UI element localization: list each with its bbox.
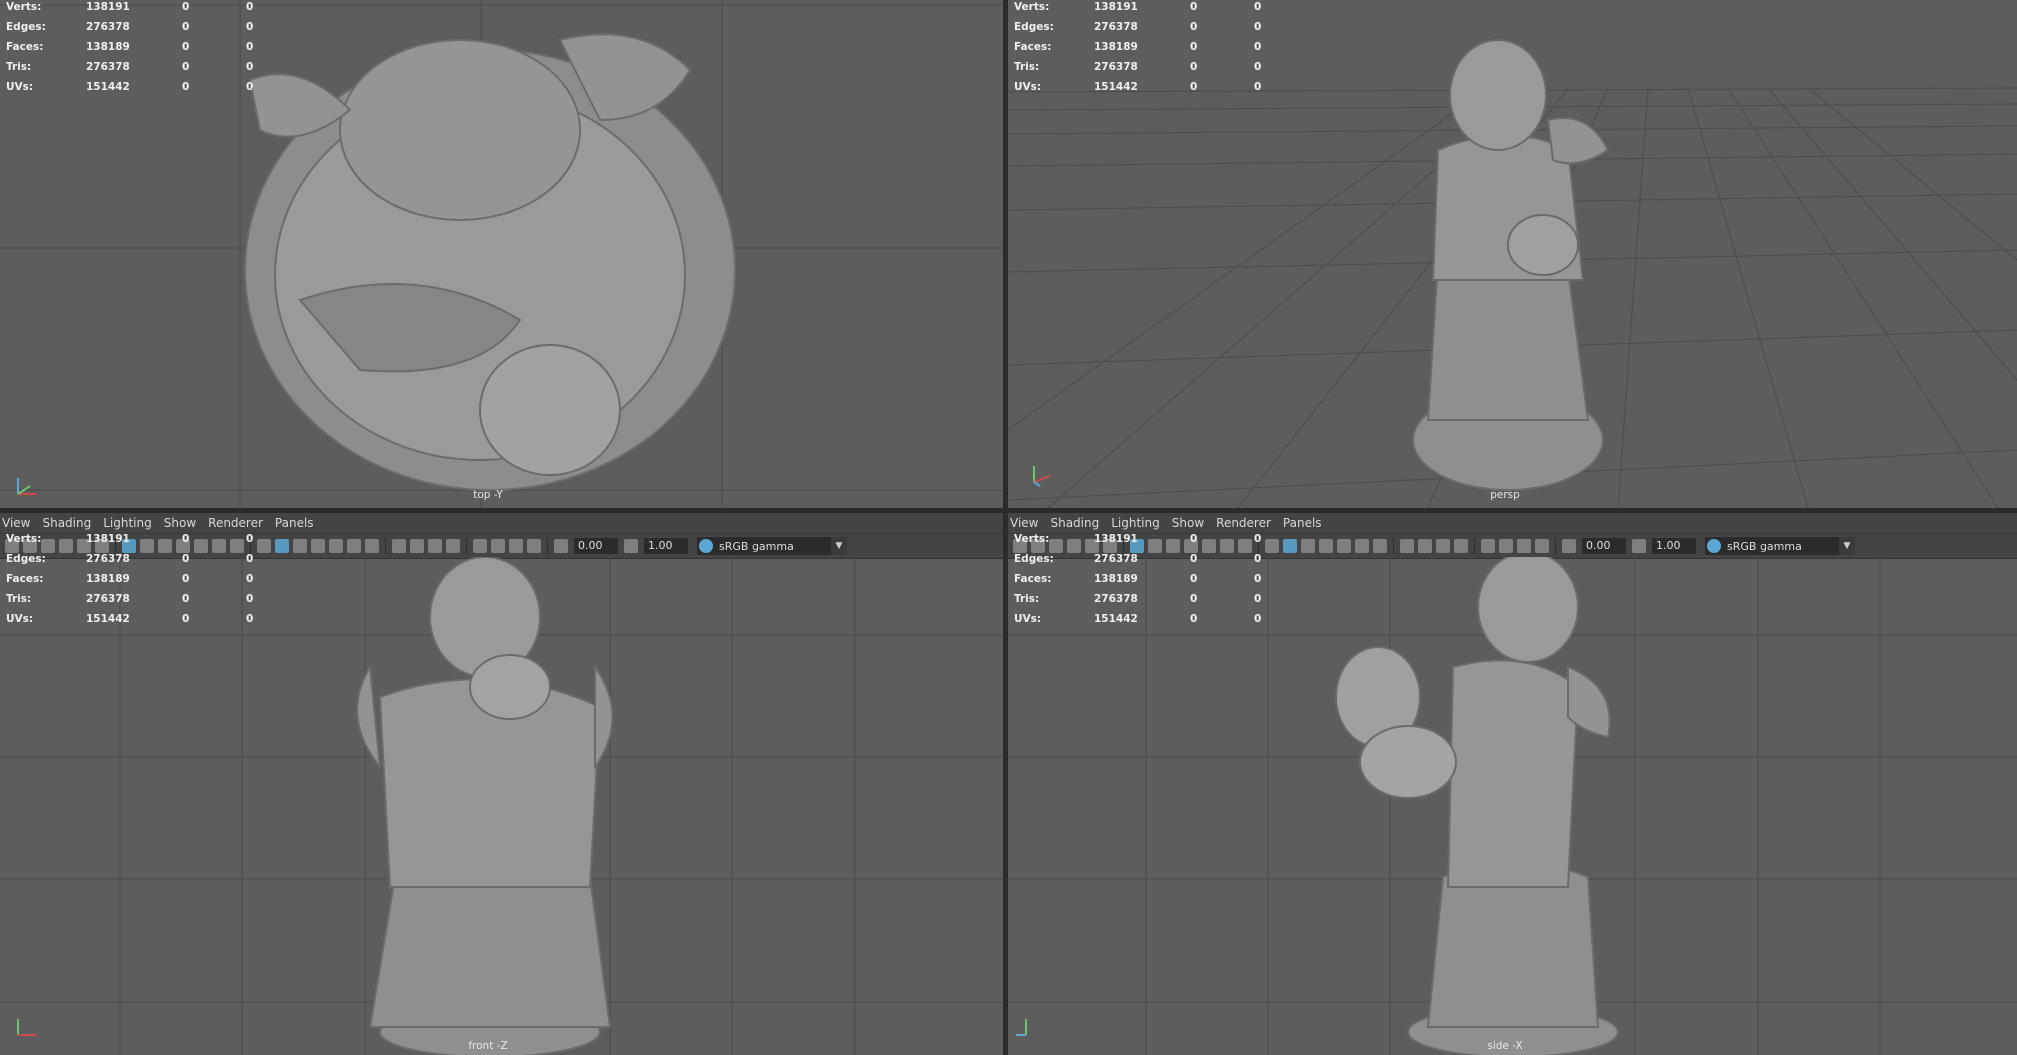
shadows-icon[interactable] [1373, 539, 1387, 553]
separator [1474, 538, 1475, 554]
separator [385, 538, 386, 554]
ambient-occlusion-icon[interactable] [392, 539, 406, 553]
color-space-dropdown[interactable]: sRGB gamma ▼ [697, 537, 847, 555]
poly-stats-persp: Verts: 138191 0 0 Edges: 276378 0 0 Faces: 1381… [1014, 1, 1262, 93]
menu-panels[interactable]: Panels [1281, 516, 1332, 530]
poly-stats-front: Verts: 138191 0 0 Edges: 276378 0 0 Faces: 1381… [6, 533, 254, 625]
chevron-down-icon[interactable]: ▼ [1839, 537, 1855, 555]
menu-show[interactable]: Show [1170, 516, 1214, 530]
anti-aliasing-icon[interactable] [1436, 539, 1450, 553]
statue-top-model [244, 33, 736, 491]
separator [547, 538, 548, 554]
default-material-icon[interactable] [293, 539, 307, 553]
wireframe-on-shaded-icon[interactable] [311, 539, 325, 553]
isolate-select-icon[interactable] [473, 539, 487, 553]
camera-label-side: side -X [1487, 1040, 1523, 1052]
default-material-icon[interactable] [1301, 539, 1315, 553]
backface-icon[interactable] [1535, 539, 1549, 553]
separator [1393, 538, 1394, 554]
xray-joints-icon[interactable] [509, 539, 523, 553]
shadows-icon[interactable] [365, 539, 379, 553]
viewport-top[interactable]: Verts: 138191 0 0 Edges: 276378 0 0 Faces: 1381… [0, 0, 1003, 508]
axis-gizmo-icon [17, 478, 36, 495]
separator [466, 538, 467, 554]
grid-side [1008, 557, 2017, 1055]
motion-blur-icon[interactable] [1418, 539, 1432, 553]
textured-icon[interactable] [1337, 539, 1351, 553]
backface-icon[interactable] [527, 539, 541, 553]
color-management-icon[interactable] [699, 539, 713, 553]
menu-lighting[interactable]: Lighting [101, 516, 162, 530]
xray-joints-icon[interactable] [1517, 539, 1531, 553]
gamma-icon[interactable] [624, 539, 638, 553]
viewport-side[interactable]: View Shading Lighting Show Renderer Pane… [1008, 513, 2017, 1055]
color-space-dropdown[interactable]: sRGB gamma ▼ [1705, 537, 1855, 555]
camera-label-persp: persp [1490, 489, 1520, 501]
xray-icon[interactable] [1499, 539, 1513, 553]
viewport-front[interactable]: View Shading Lighting Show Renderer Pane… [0, 513, 1003, 1055]
color-management-icon[interactable] [1707, 539, 1721, 553]
xray-icon[interactable] [491, 539, 505, 553]
viewport-persp[interactable]: Verts: 138191 0 0 Edges: 276378 0 0 Faces: 1381… [1008, 0, 2017, 508]
camera-label-front: front -Z [468, 1040, 508, 1052]
menu-view[interactable]: View [0, 516, 40, 530]
menu-renderer[interactable]: Renderer [206, 516, 273, 530]
wireframe-on-shaded-icon[interactable] [1319, 539, 1333, 553]
exposure-field[interactable]: 0.00 [574, 538, 618, 554]
depth-of-field-icon[interactable] [446, 539, 460, 553]
textured-icon[interactable] [329, 539, 343, 553]
axis-gizmo-icon [1033, 466, 1051, 487]
lights-icon[interactable] [1355, 539, 1369, 553]
statue-side-model [1335, 557, 1619, 1055]
ambient-occlusion-icon[interactable] [1400, 539, 1414, 553]
axis-gizmo-icon [17, 1019, 36, 1036]
isolate-select-icon[interactable] [1481, 539, 1495, 553]
poly-stats-top: Verts: 138191 0 0 Edges: 276378 0 0 Faces: 1381… [6, 1, 254, 93]
gamma-field[interactable]: 1.00 [1652, 538, 1696, 554]
exposure-field[interactable]: 0.00 [1582, 538, 1626, 554]
menu-view[interactable]: View [1008, 516, 1048, 530]
chevron-down-icon[interactable]: ▼ [831, 537, 847, 555]
poly-stats-side: Verts: 138191 0 0 Edges: 276378 0 0 Faces: 1381… [1014, 533, 1262, 625]
color-space-label: sRGB gamma [719, 539, 794, 553]
menu-lighting[interactable]: Lighting [1109, 516, 1170, 530]
menu-panels[interactable]: Panels [273, 516, 324, 530]
gamma-icon[interactable] [1632, 539, 1646, 553]
menu-shading[interactable]: Shading [40, 516, 101, 530]
motion-blur-icon[interactable] [410, 539, 424, 553]
lights-icon[interactable] [347, 539, 361, 553]
axis-gizmo-icon [1016, 1019, 1027, 1036]
depth-of-field-icon[interactable] [1454, 539, 1468, 553]
separator [1555, 538, 1556, 554]
exposure-icon[interactable] [554, 539, 568, 553]
menu-show[interactable]: Show [162, 516, 206, 530]
color-space-label: sRGB gamma [1727, 539, 1802, 553]
exposure-icon[interactable] [1562, 539, 1576, 553]
menu-shading[interactable]: Shading [1048, 516, 1109, 530]
anti-aliasing-icon[interactable] [428, 539, 442, 553]
camera-label-top: top -Y [473, 489, 503, 501]
gamma-field[interactable]: 1.00 [644, 538, 688, 554]
menu-renderer[interactable]: Renderer [1214, 516, 1281, 530]
statue-front-model [356, 557, 614, 1055]
grid-front [0, 557, 1003, 1055]
